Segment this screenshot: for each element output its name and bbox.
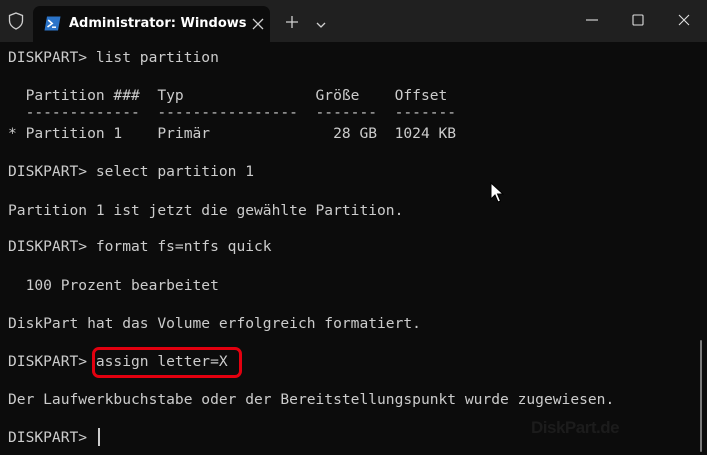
maximize-button[interactable] — [615, 0, 661, 40]
terminal-window: Administrator: Windows PowerShell — [0, 0, 707, 455]
watermark: DiskPart.de — [531, 418, 620, 437]
close-icon — [678, 14, 690, 26]
terminal-line: 100 Prozent bearbeitet — [8, 277, 219, 294]
terminal-output[interactable]: DISKPART> list partition Partition ### T… — [0, 42, 707, 455]
title-bar[interactable]: Administrator: Windows PowerShell — [0, 0, 707, 42]
minimize-icon — [586, 19, 598, 21]
terminal-line: DISKPART> select partition 1 — [8, 163, 255, 180]
terminal-line: * Partition 1 Primär 28 GB 1024 KB — [8, 125, 457, 142]
close-button[interactable] — [661, 0, 707, 40]
tab-powershell[interactable]: Administrator: Windows PowerShell — [33, 6, 270, 42]
shield-icon — [8, 12, 24, 30]
highlight-box-assign-command — [92, 347, 242, 378]
terminal-line: Der Laufwerkbuchstabe oder der Bereitste… — [8, 391, 615, 408]
plus-icon[interactable] — [284, 14, 300, 30]
powershell-icon — [44, 16, 61, 31]
text-cursor — [98, 428, 100, 446]
terminal-line: DISKPART> list partition — [8, 49, 219, 66]
tab-title: Administrator: Windows PowerShell — [69, 16, 247, 31]
scrollbar[interactable] — [700, 340, 702, 452]
close-icon[interactable] — [251, 16, 265, 30]
maximize-icon — [632, 14, 644, 26]
terminal-prompt: DISKPART> — [8, 429, 96, 446]
terminal-line: ------------- ---------------- ------- -… — [8, 104, 457, 121]
mouse-pointer-icon — [490, 181, 505, 204]
terminal-line: DiskPart hat das Volume erfolgreich form… — [8, 315, 421, 332]
terminal-line: Partition 1 ist jetzt die gewählte Parti… — [8, 202, 404, 219]
minimize-button[interactable] — [569, 0, 615, 40]
terminal-line: DISKPART> format fs=ntfs quick — [8, 238, 272, 255]
chevron-down-icon[interactable] — [314, 16, 328, 28]
